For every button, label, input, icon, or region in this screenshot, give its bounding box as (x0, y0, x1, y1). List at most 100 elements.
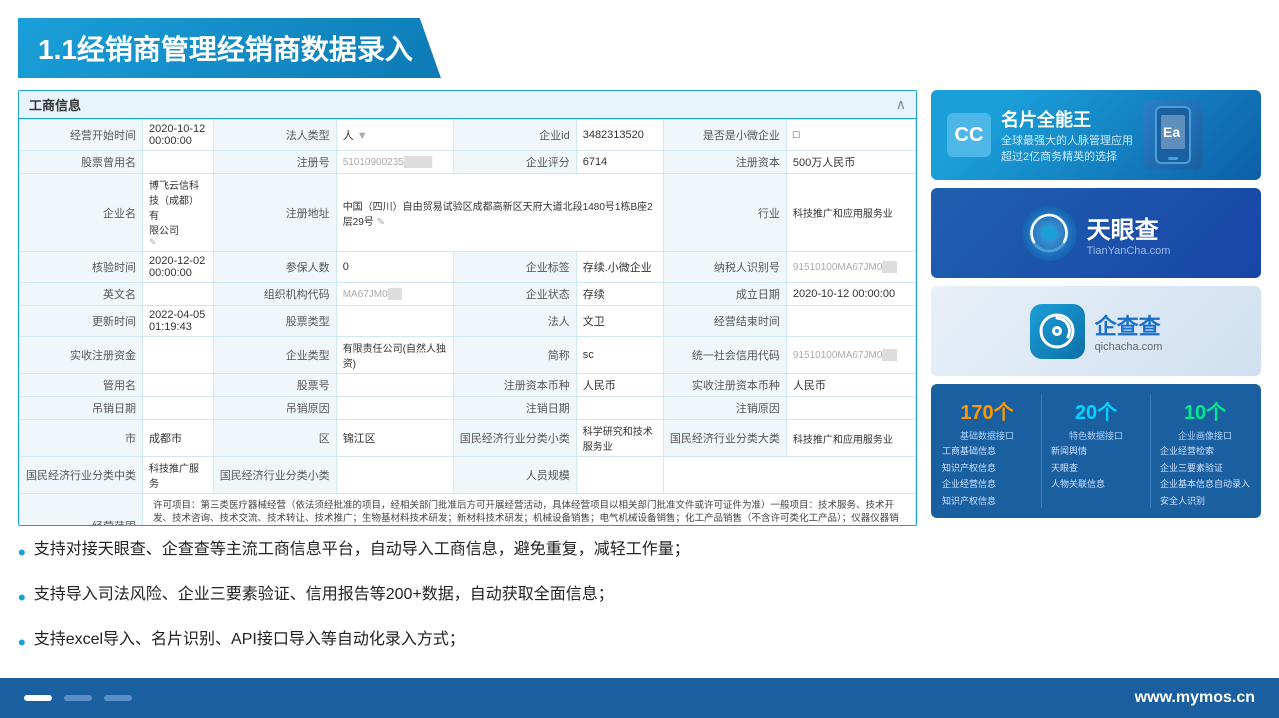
tianyanzha-text: 天眼查 TianYanCha.com (1087, 210, 1171, 257)
field-value: 6714 (576, 151, 663, 174)
field-value (143, 397, 214, 420)
field-label: 企业id (453, 120, 576, 151)
field-value (576, 457, 663, 494)
ad-tianyanzha[interactable]: 天眼查 TianYanCha.com (931, 188, 1261, 278)
stat-item: 知识产权信息 (939, 461, 1035, 476)
cc-icon: CC (947, 113, 991, 157)
table-row: 核验时间 2020-12-02 00:00:00 参保人数 0 企业标签 存续.… (20, 252, 916, 283)
table-row: 经营范围 许可项目：第三类医疗器械经营（依法须经批准的项目，经相关部门批准后方可… (20, 494, 916, 527)
field-value: 博飞云信科技（成都）有限公司✎ (143, 174, 214, 252)
field-value: 存续 (576, 283, 663, 306)
field-value: 2020-10-12 00:00:00 (143, 120, 214, 151)
stat-label-1: 基础数据接口 (939, 429, 1035, 442)
main-layout: 工商信息 ∧ 经营开始时间 2020-10-12 00:00:00 法人类型 人… (0, 90, 1279, 673)
stat-col-2: 20个 特色数据接口 新闻舆情 天眼查 人物关联信息 (1048, 394, 1144, 508)
table-row: 更新时间 2022-04-05 01:19:43 股票类型 法人 文卫 经营结束… (20, 306, 916, 337)
field-label: 组织机构代码 (213, 283, 336, 306)
table-row: 吊销日期 吊销原因 注销日期 注销原因 (20, 397, 916, 420)
ad-qichacha[interactable]: 企查查 qichacha.com (931, 286, 1261, 376)
ad-mingpian[interactable]: CC 名片全能王 全球最强大的人脉管理应用 超过2亿商务精英的选择 Ea (931, 90, 1261, 180)
field-label: 市 (20, 420, 143, 457)
field-value: 91510100MA67JM0██ (786, 252, 915, 283)
field-label: 吊销原因 (213, 397, 336, 420)
field-label: 企业状态 (453, 283, 576, 306)
bullet-dot-2: • (18, 581, 26, 614)
ad-phone-image: Ea (1143, 100, 1203, 170)
field-label: 管用名 (20, 374, 143, 397)
field-value (143, 374, 214, 397)
stats-card: 170个 基础数据接口 工商基础信息 知识产权信息 企业经营信息 知识产权信息 … (931, 384, 1261, 518)
field-value (786, 306, 915, 337)
footer-dots (24, 695, 132, 701)
field-value: 存续.小微企业 (576, 252, 663, 283)
field-value (143, 283, 214, 306)
field-value (336, 306, 453, 337)
field-value: 2022-04-05 01:19:43 (143, 306, 214, 337)
field-label: 吊销日期 (20, 397, 143, 420)
field-label: 是否是小微企业 (663, 120, 786, 151)
field-value (576, 397, 663, 420)
page-title-block: 1.1经销商管理经销商数据录入 (18, 18, 441, 78)
form-card: 工商信息 ∧ 经营开始时间 2020-10-12 00:00:00 法人类型 人… (18, 90, 917, 526)
table-row: 英文名 组织机构代码 MA67JM0██ 企业状态 存续 成立日期 2020-1… (20, 283, 916, 306)
left-content: 工商信息 ∧ 经营开始时间 2020-10-12 00:00:00 法人类型 人… (18, 90, 917, 673)
field-label: 纳税人识别号 (663, 252, 786, 283)
field-label: 股票曾用名 (20, 151, 143, 174)
field-value (336, 397, 453, 420)
field-value: 成都市 (143, 420, 214, 457)
footer-url: www.mymos.cn (1135, 689, 1255, 707)
field-value (143, 151, 214, 174)
field-label: 成立日期 (663, 283, 786, 306)
table-row: 管用名 股票号 注册资本币种 人民币 实收注册资本币种 人民币 (20, 374, 916, 397)
field-value: □ (786, 120, 915, 151)
field-value: 2020-12-02 00:00:00 (143, 252, 214, 283)
field-label: 参保人数 (213, 252, 336, 283)
field-label: 注销日期 (453, 397, 576, 420)
field-label: 国民经济行业分类大类 (663, 420, 786, 457)
field-label: 国民经济行业分类中类 (20, 457, 143, 494)
field-label: 企业标签 (453, 252, 576, 283)
footer-dot-3[interactable] (104, 695, 132, 701)
field-label: 企业类型 (213, 337, 336, 374)
stat-count-1: 170个 (939, 394, 1035, 427)
field-label: 国民经济行业分类小类 (213, 457, 336, 494)
field-label: 实收注册资金 (20, 337, 143, 374)
form-table: 经营开始时间 2020-10-12 00:00:00 法人类型 人 ▼ 企业id… (19, 119, 916, 526)
field-value: 人民币 (786, 374, 915, 397)
ad-mingpian-text: 名片全能王 全球最强大的人脉管理应用 超过2亿商务精英的选择 (1001, 106, 1133, 164)
field-label: 注销原因 (663, 397, 786, 420)
field-value: 科技推广服务 (143, 457, 214, 494)
field-label: 注册地址 (213, 174, 336, 252)
field-label: 经营结束时间 (663, 306, 786, 337)
collapse-icon[interactable]: ∧ (896, 96, 906, 113)
table-row: 实收注册资金 企业类型 有限责任公司(自然人独资) 简称 sc 统一社会信用代码… (20, 337, 916, 374)
stat-count-2: 20个 (1048, 394, 1144, 427)
bullet-item-3: • 支持excel导入、名片识别、API接口导入等自动化录入方式； (18, 628, 917, 659)
field-label: 行业 (663, 174, 786, 252)
field-value (336, 457, 453, 494)
field-label: 实收注册资本币种 (663, 374, 786, 397)
stat-item: 企业经营信息 (939, 477, 1035, 492)
page-title: 1.1经销商管理经销商数据录入 (38, 28, 413, 68)
field-label: 法人 (453, 306, 576, 337)
table-row: 企业名 博飞云信科技（成都）有限公司✎ 注册地址 中国（四川）自由贸易试验区成都… (20, 174, 916, 252)
field-label: 经营范围 (20, 494, 143, 527)
stat-item: 天眼查 (1048, 461, 1144, 476)
field-value: MA67JM0██ (336, 283, 453, 306)
footer-dot-1[interactable] (24, 695, 52, 701)
stat-count-3: 10个 (1157, 394, 1253, 427)
right-sidebar: CC 名片全能王 全球最强大的人脉管理应用 超过2亿商务精英的选择 Ea (931, 90, 1261, 673)
stat-item: 企业经营检索 (1157, 444, 1253, 459)
field-label: 国民经济行业分类小类 (453, 420, 576, 457)
field-label: 股票号 (213, 374, 336, 397)
form-card-title: 工商信息 (29, 95, 81, 114)
stat-col-1: 170个 基础数据接口 工商基础信息 知识产权信息 企业经营信息 知识产权信息 (939, 394, 1035, 508)
table-row: 经营开始时间 2020-10-12 00:00:00 法人类型 人 ▼ 企业id… (20, 120, 916, 151)
stat-item: 人物关联信息 (1048, 477, 1144, 492)
field-value: sc (576, 337, 663, 374)
table-row: 国民经济行业分类中类 科技推广服务 国民经济行业分类小类 人员规模 (20, 457, 916, 494)
field-label: 核验时间 (20, 252, 143, 283)
footer-dot-2[interactable] (64, 695, 92, 701)
field-value: 科学研究和技术服务业 (576, 420, 663, 457)
field-value: 51010900235████ (336, 151, 453, 174)
